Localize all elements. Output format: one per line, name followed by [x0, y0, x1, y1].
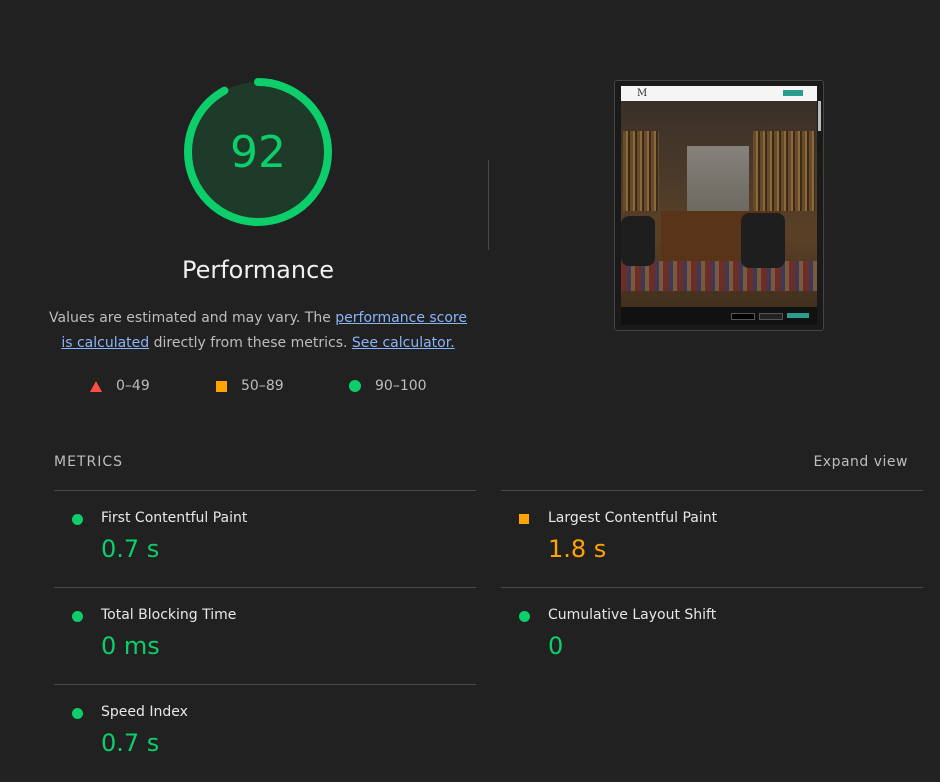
cookie-banner [621, 307, 817, 325]
cookie-button [787, 313, 809, 318]
legend-item-fail: 0–49 [90, 378, 150, 394]
description-text-2: directly from these metrics. [149, 335, 352, 351]
performance-title: Performance [181, 256, 335, 284]
vertical-divider [488, 160, 489, 250]
final-screenshot-thumbnail[interactable]: M [614, 80, 824, 331]
metric-label: Total Blocking Time [101, 607, 237, 623]
cookie-button [759, 313, 783, 320]
bookshelf [753, 131, 815, 211]
metric-speed-index: Speed Index 0.7 s [54, 684, 476, 782]
circle-icon [349, 380, 361, 392]
circle-icon [72, 708, 83, 719]
legend-range: 50–89 [241, 378, 284, 394]
legend-range: 0–49 [116, 378, 150, 394]
description-text-1: Values are estimated and may vary. The [49, 310, 336, 326]
metric-cumulative-layout-shift: Cumulative Layout Shift 0 [501, 587, 923, 685]
square-icon [519, 514, 529, 524]
legend-item-pass: 90–100 [349, 378, 427, 394]
metric-largest-contentful-paint: Largest Contentful Paint 1.8 s [501, 490, 923, 588]
metric-label: Largest Contentful Paint [548, 510, 718, 526]
metric-label: First Contentful Paint [101, 510, 248, 526]
metric-label: Cumulative Layout Shift [548, 607, 717, 623]
rug [621, 261, 817, 291]
score-description: Values are estimated and may vary. The p… [48, 306, 468, 356]
expand-view-button[interactable]: Expand view [813, 454, 908, 470]
metric-value: 0 ms [101, 632, 160, 660]
screenshot-topbar: M [621, 86, 817, 101]
cookie-button [731, 313, 755, 320]
circle-icon [72, 611, 83, 622]
circle-icon [519, 611, 530, 622]
metric-label: Speed Index [101, 704, 188, 720]
triangle-icon [90, 380, 102, 392]
legend-item-average: 50–89 [216, 378, 284, 394]
site-logo: M [637, 88, 648, 99]
performance-gauge: 92 [180, 74, 336, 230]
metrics-header: METRICS [54, 454, 123, 470]
chair [741, 213, 785, 268]
metric-value: 0.7 s [101, 535, 160, 563]
metric-value: 1.8 s [548, 535, 607, 563]
metric-value: 0.7 s [101, 729, 160, 757]
metric-total-blocking-time: Total Blocking Time 0 ms [54, 587, 476, 685]
screenshot-scrollbar [818, 101, 821, 131]
metric-value: 0 [548, 632, 564, 660]
bookshelf [623, 131, 659, 211]
chair [621, 216, 655, 266]
legend-range: 90–100 [375, 378, 427, 394]
square-icon [216, 380, 227, 392]
score-legend: 0–49 50–89 90–100 [0, 378, 520, 398]
see-calculator-link[interactable]: See calculator. [352, 335, 455, 351]
screenshot-photo [621, 101, 817, 323]
circle-icon [72, 514, 83, 525]
site-header-button [783, 90, 803, 96]
metric-first-contentful-paint: First Contentful Paint 0.7 s [54, 490, 476, 588]
score-value: 92 [230, 126, 286, 178]
